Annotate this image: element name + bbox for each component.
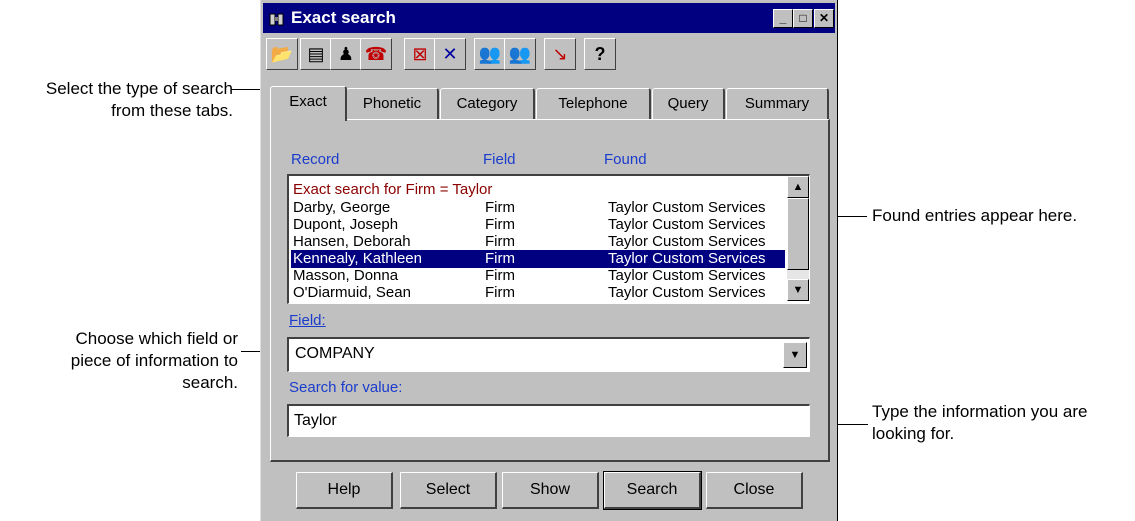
cell-field: Firm: [485, 233, 515, 250]
results-list[interactable]: Exact search for Firm = Taylor Darby, Ge…: [287, 174, 810, 304]
column-header-found[interactable]: Found: [604, 151, 647, 168]
cell-found: Taylor Custom Services: [608, 250, 766, 267]
cell-record: Masson, Donna: [293, 267, 399, 284]
callout-value: Type the information you are looking for.: [872, 402, 1088, 443]
cell-field: Firm: [485, 250, 515, 267]
tab-phonetic[interactable]: Phonetic: [346, 88, 439, 119]
cross-icon[interactable]: ✕: [434, 38, 466, 70]
scroll-down-button[interactable]: ▼: [787, 279, 809, 301]
window-title: Exact search: [291, 8, 396, 27]
field-value: COMPANY: [295, 345, 375, 362]
select-button[interactable]: Select: [400, 472, 497, 509]
search-value-label: Search for value:: [289, 379, 403, 396]
cell-field: Firm: [485, 199, 515, 216]
telephone-icon[interactable]: ☎: [360, 38, 392, 70]
cell-record: O'Diarmuid, Sean: [293, 284, 411, 301]
scroll-thumb[interactable]: [787, 198, 809, 270]
table-row[interactable]: Darby, George Firm Taylor Custom Services: [291, 199, 785, 217]
search-button[interactable]: Search: [603, 471, 702, 510]
cell-found: Taylor Custom Services: [608, 284, 766, 301]
person-up-icon[interactable]: ♟: [330, 38, 362, 70]
callout-field: Choose which field or piece of informatio…: [70, 329, 238, 392]
column-header-field[interactable]: Field: [483, 151, 516, 168]
tab-telephone[interactable]: Telephone: [536, 88, 651, 119]
callout-tabs: Select the type of search from these tabs…: [45, 79, 233, 120]
cell-field: Firm: [485, 267, 515, 284]
open-folder-icon[interactable]: 📂: [266, 38, 298, 70]
cell-found: Taylor Custom Services: [608, 233, 766, 250]
vertical-scrollbar[interactable]: ▲ ▼: [787, 176, 809, 301]
cell-found: Taylor Custom Services: [608, 199, 766, 216]
table-row[interactable]: O'Diarmuid, Sean Firm Taylor Custom Servic…: [291, 284, 785, 302]
list-view-icon[interactable]: ▤: [300, 38, 332, 70]
close-window-button[interactable]: ✕: [814, 9, 834, 28]
dropdown-arrow-icon[interactable]: ▼: [783, 342, 807, 368]
help-button[interactable]: Help: [296, 472, 393, 509]
minimize-button[interactable]: _: [773, 9, 793, 28]
tab-summary[interactable]: Summary: [726, 88, 829, 119]
cell-field: Firm: [485, 284, 515, 301]
cell-record: Darby, George: [293, 199, 391, 216]
help-icon[interactable]: ?: [584, 38, 616, 70]
maximize-button[interactable]: □: [793, 9, 813, 28]
tab-query[interactable]: Query: [652, 88, 725, 119]
field-label: Field:: [289, 312, 326, 329]
delete-doc-icon[interactable]: ⊠: [404, 38, 436, 70]
search-value-input[interactable]: Taylor: [287, 404, 810, 437]
title-bar[interactable]: Exact search _ □ ✕: [263, 3, 835, 33]
cell-field: Firm: [485, 216, 515, 233]
table-row[interactable]: Kennealy, Kathleen Firm Taylor Custom Serv…: [291, 250, 785, 268]
table-row[interactable]: Masson, Donna Firm Taylor Custom Services: [291, 267, 785, 285]
list-title-row: Exact search for Firm = Taylor: [293, 181, 493, 198]
show-button[interactable]: Show: [502, 472, 599, 509]
chart-icon[interactable]: ↘: [544, 38, 576, 70]
toolbar: 📂 ▤ ♟ ☎ ⊠ ✕ 👥 👥 ↘ ?: [264, 36, 834, 70]
binoculars-icon: [269, 13, 284, 26]
tab-category[interactable]: Category: [440, 88, 535, 119]
tab-exact[interactable]: Exact: [270, 86, 347, 121]
callout-found: Found entries appear here.: [872, 206, 1078, 225]
cell-record: Hansen, Deborah: [293, 233, 411, 250]
scroll-up-button[interactable]: ▲: [787, 176, 809, 198]
field-combobox[interactable]: COMPANY ▼: [287, 337, 810, 372]
close-button[interactable]: Close: [706, 472, 803, 509]
table-row[interactable]: Hansen, Deborah Firm Taylor Custom Service…: [291, 233, 785, 251]
cell-found: Taylor Custom Services: [608, 216, 766, 233]
cell-found: Taylor Custom Services: [608, 267, 766, 284]
cell-record: Dupont, Joseph: [293, 216, 399, 233]
column-header-record[interactable]: Record: [291, 151, 339, 168]
search-value-text: Taylor: [294, 412, 337, 429]
people-dim-icon[interactable]: 👥: [504, 38, 536, 70]
table-row[interactable]: Dupont, Joseph Firm Taylor Custom Services: [291, 216, 785, 234]
cell-record: Kennealy, Kathleen: [293, 250, 422, 267]
people-icon[interactable]: 👥: [474, 38, 506, 70]
